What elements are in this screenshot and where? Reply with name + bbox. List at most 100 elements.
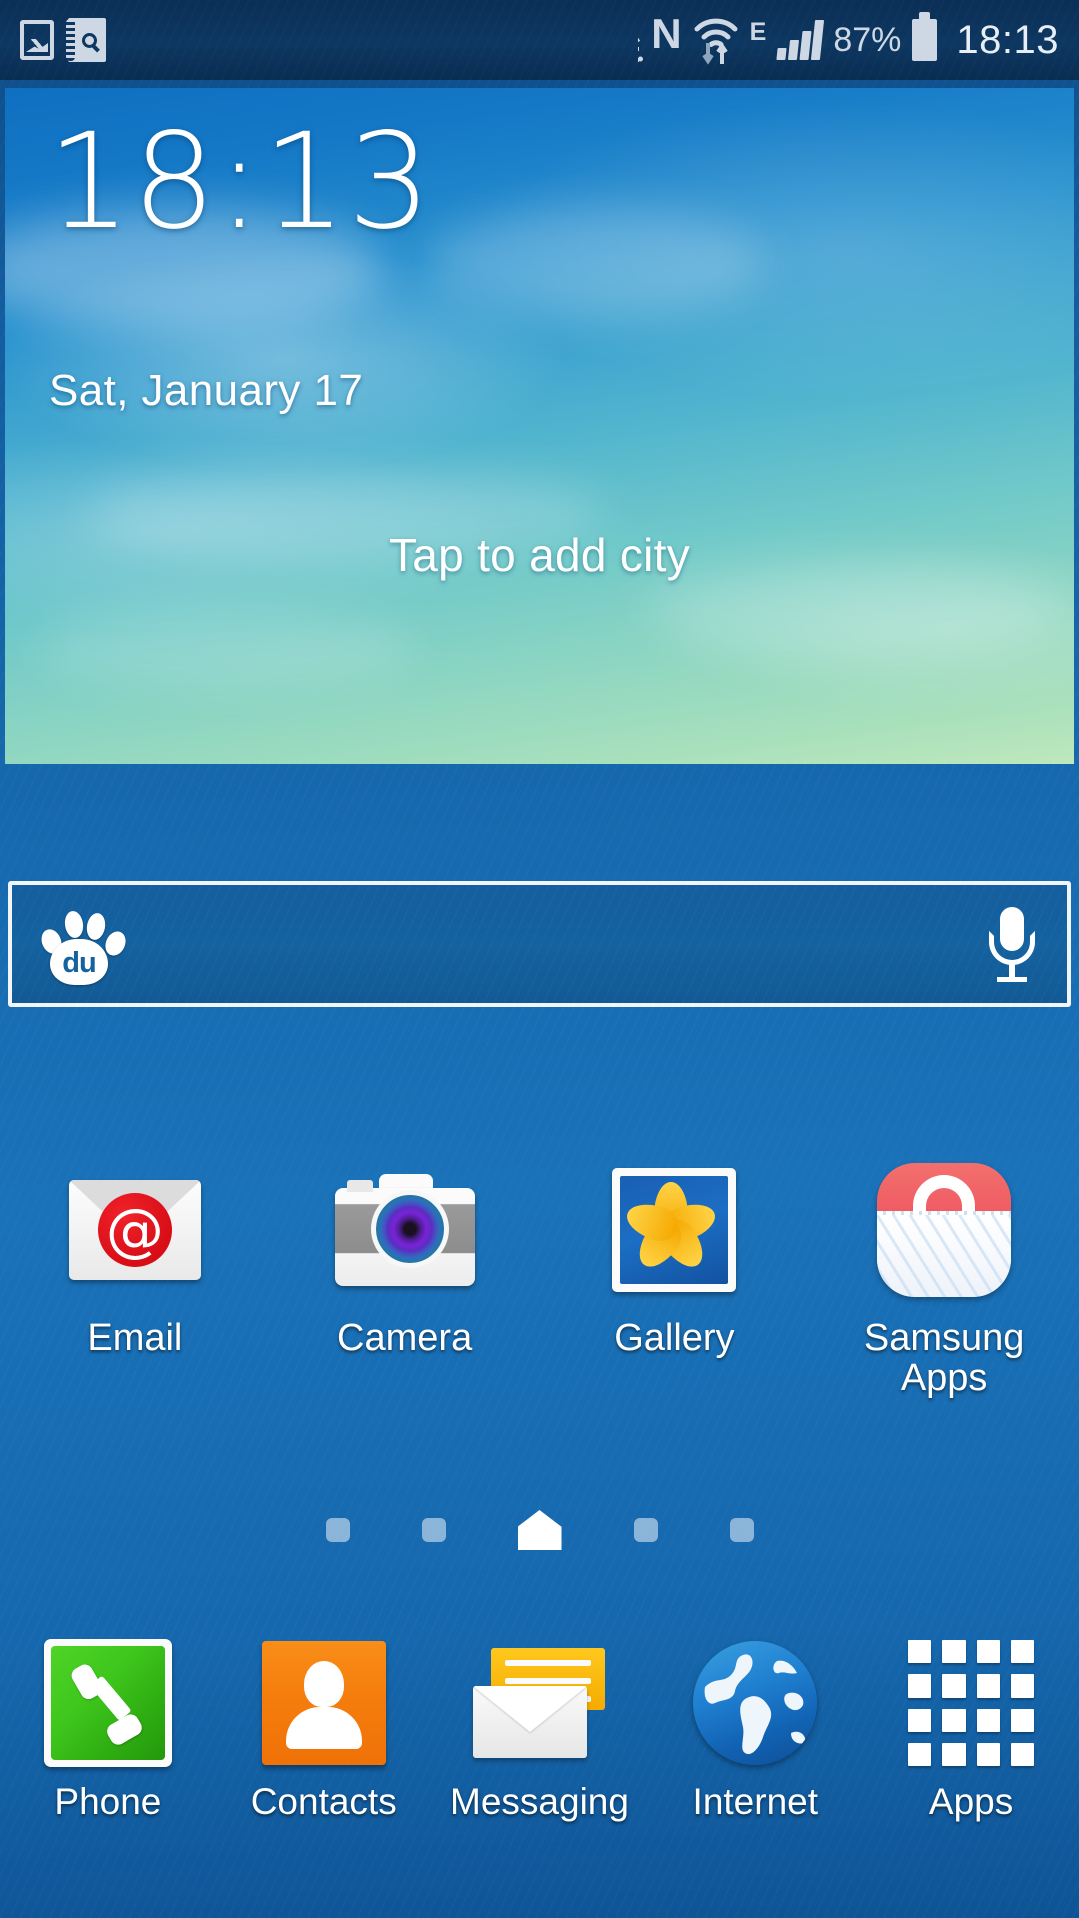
app-item-email[interactable]: @ Email xyxy=(0,1155,270,1399)
grid-square xyxy=(976,1742,1000,1766)
gallery-icon[interactable] xyxy=(599,1155,749,1305)
grid-square xyxy=(908,1708,932,1732)
page-dot-4[interactable] xyxy=(633,1518,658,1542)
app-label-samsung-apps: Samsung Apps xyxy=(863,1317,1025,1399)
paw-toe xyxy=(63,909,85,940)
home-screen: N E 87% 18:13 18:13 Sat, January 17 Tap … xyxy=(0,0,1079,1918)
messaging-icon[interactable] xyxy=(473,1637,606,1769)
signal-bar-4 xyxy=(811,20,825,60)
grid-square xyxy=(976,1674,1000,1698)
phone-icon[interactable] xyxy=(42,1637,174,1769)
contacts-icon[interactable] xyxy=(258,1637,390,1769)
status-bar-clock: 18:13 xyxy=(956,18,1059,62)
mic-base xyxy=(997,977,1027,982)
gallery-frame xyxy=(612,1168,737,1292)
camera-flash xyxy=(346,1180,373,1192)
grid-square xyxy=(1010,1674,1035,1698)
signal-bar-1 xyxy=(776,48,787,60)
grid-square xyxy=(1010,1708,1035,1732)
grid-square xyxy=(976,1640,1000,1664)
phone-tile xyxy=(43,1639,172,1767)
email-icon[interactable]: @ xyxy=(60,1155,210,1305)
cloud-wisp xyxy=(35,608,415,688)
search-input[interactable] xyxy=(124,885,985,1003)
baidu-search-bar[interactable]: du xyxy=(8,881,1071,1007)
grid-square xyxy=(942,1742,966,1766)
grid-square xyxy=(908,1674,932,1698)
grid-square xyxy=(942,1640,966,1664)
page-dot-5[interactable] xyxy=(729,1518,754,1542)
envelope-body xyxy=(473,1686,588,1758)
globe-glyph xyxy=(693,1641,818,1765)
dock-label-messaging: Messaging xyxy=(450,1781,629,1822)
person-head xyxy=(303,1661,344,1707)
internet-icon[interactable] xyxy=(689,1637,821,1769)
grid-square xyxy=(1010,1742,1035,1766)
handset-glyph xyxy=(66,1661,150,1745)
battery-icon xyxy=(912,12,938,61)
page-dot-1[interactable] xyxy=(325,1518,350,1542)
contacts-tile xyxy=(261,1641,386,1765)
samsung-apps-icon[interactable] xyxy=(869,1155,1019,1305)
app-label-gallery: Gallery xyxy=(614,1317,735,1359)
dock-item-phone[interactable]: Phone xyxy=(0,1637,216,1823)
dock-item-internet[interactable]: Internet xyxy=(647,1637,863,1823)
app-item-camera[interactable]: Camera xyxy=(270,1155,540,1399)
signal-bar-3 xyxy=(799,31,812,60)
weather-clock-widget[interactable]: 18:13 Sat, January 17 Tap to add city xyxy=(5,88,1074,764)
wifi-icon xyxy=(693,17,739,65)
grid-square xyxy=(942,1674,966,1698)
basket-body xyxy=(877,1215,1012,1297)
page-indicator[interactable] xyxy=(0,1510,1079,1550)
add-city-prompt[interactable]: Tap to add city xyxy=(5,528,1074,582)
cloud-wisp xyxy=(425,208,765,318)
email-envelope: @ xyxy=(68,1180,201,1280)
grid-square xyxy=(1010,1640,1035,1664)
dock-item-contacts[interactable]: Contacts xyxy=(216,1637,432,1823)
apps-grid-icon[interactable] xyxy=(905,1637,1037,1769)
status-bar[interactable]: N E 87% 18:13 xyxy=(0,0,1079,80)
camera-icon[interactable] xyxy=(330,1155,480,1305)
grid-square xyxy=(908,1640,932,1664)
wifi-transfer-arrows xyxy=(701,43,728,65)
widget-clock-time[interactable]: 18:13 xyxy=(47,116,432,248)
page-dot-2[interactable] xyxy=(421,1518,446,1542)
dock-item-messaging[interactable]: Messaging xyxy=(432,1637,648,1823)
app-item-samsung-apps[interactable]: Samsung Apps xyxy=(809,1155,1079,1399)
apps-grid-glyph xyxy=(908,1640,1035,1766)
grid-square xyxy=(908,1742,932,1766)
app-label-camera: Camera xyxy=(337,1317,473,1359)
dock-item-apps[interactable]: Apps xyxy=(863,1637,1079,1823)
signal-bars-icon xyxy=(776,20,825,60)
mic-arc xyxy=(989,931,1035,965)
page-home-indicator[interactable] xyxy=(517,1510,562,1550)
status-bar-right-icons: N E 87% 18:13 xyxy=(637,12,1059,65)
app-item-gallery[interactable]: Gallery xyxy=(540,1155,810,1399)
microphone-icon[interactable] xyxy=(985,901,1039,987)
handset-bar xyxy=(89,1675,132,1722)
notebook-spiral xyxy=(66,19,75,61)
widget-clock-date[interactable]: Sat, January 17 xyxy=(49,366,363,416)
globe-continents xyxy=(704,1654,806,1755)
baidu-logo-text: du xyxy=(62,946,96,979)
s-finder-icon xyxy=(66,18,106,62)
gallery-photo xyxy=(620,1176,729,1284)
signal-bar-2 xyxy=(788,40,800,60)
app-label-email: Email xyxy=(87,1317,183,1359)
home-app-row: @ Email Camera Gallery Samsung Apps xyxy=(0,1155,1079,1399)
battery-percent-label: 87% xyxy=(833,21,902,59)
baidu-paw-logo[interactable]: du xyxy=(38,901,130,987)
dock-label-phone: Phone xyxy=(54,1781,162,1822)
nfc-icon: N xyxy=(637,13,682,63)
camera-body-group xyxy=(334,1174,475,1286)
paw-toe xyxy=(84,911,108,942)
grid-square xyxy=(942,1708,966,1732)
person-shoulders xyxy=(285,1707,362,1749)
network-type-icon: E xyxy=(749,17,767,46)
nfc-waves xyxy=(637,38,643,62)
camera-lens xyxy=(370,1190,449,1268)
dock-label-contacts: Contacts xyxy=(250,1781,397,1822)
paw-pad: du xyxy=(50,939,108,985)
grid-square xyxy=(976,1708,1000,1732)
shopping-basket-glyph xyxy=(877,1163,1012,1297)
